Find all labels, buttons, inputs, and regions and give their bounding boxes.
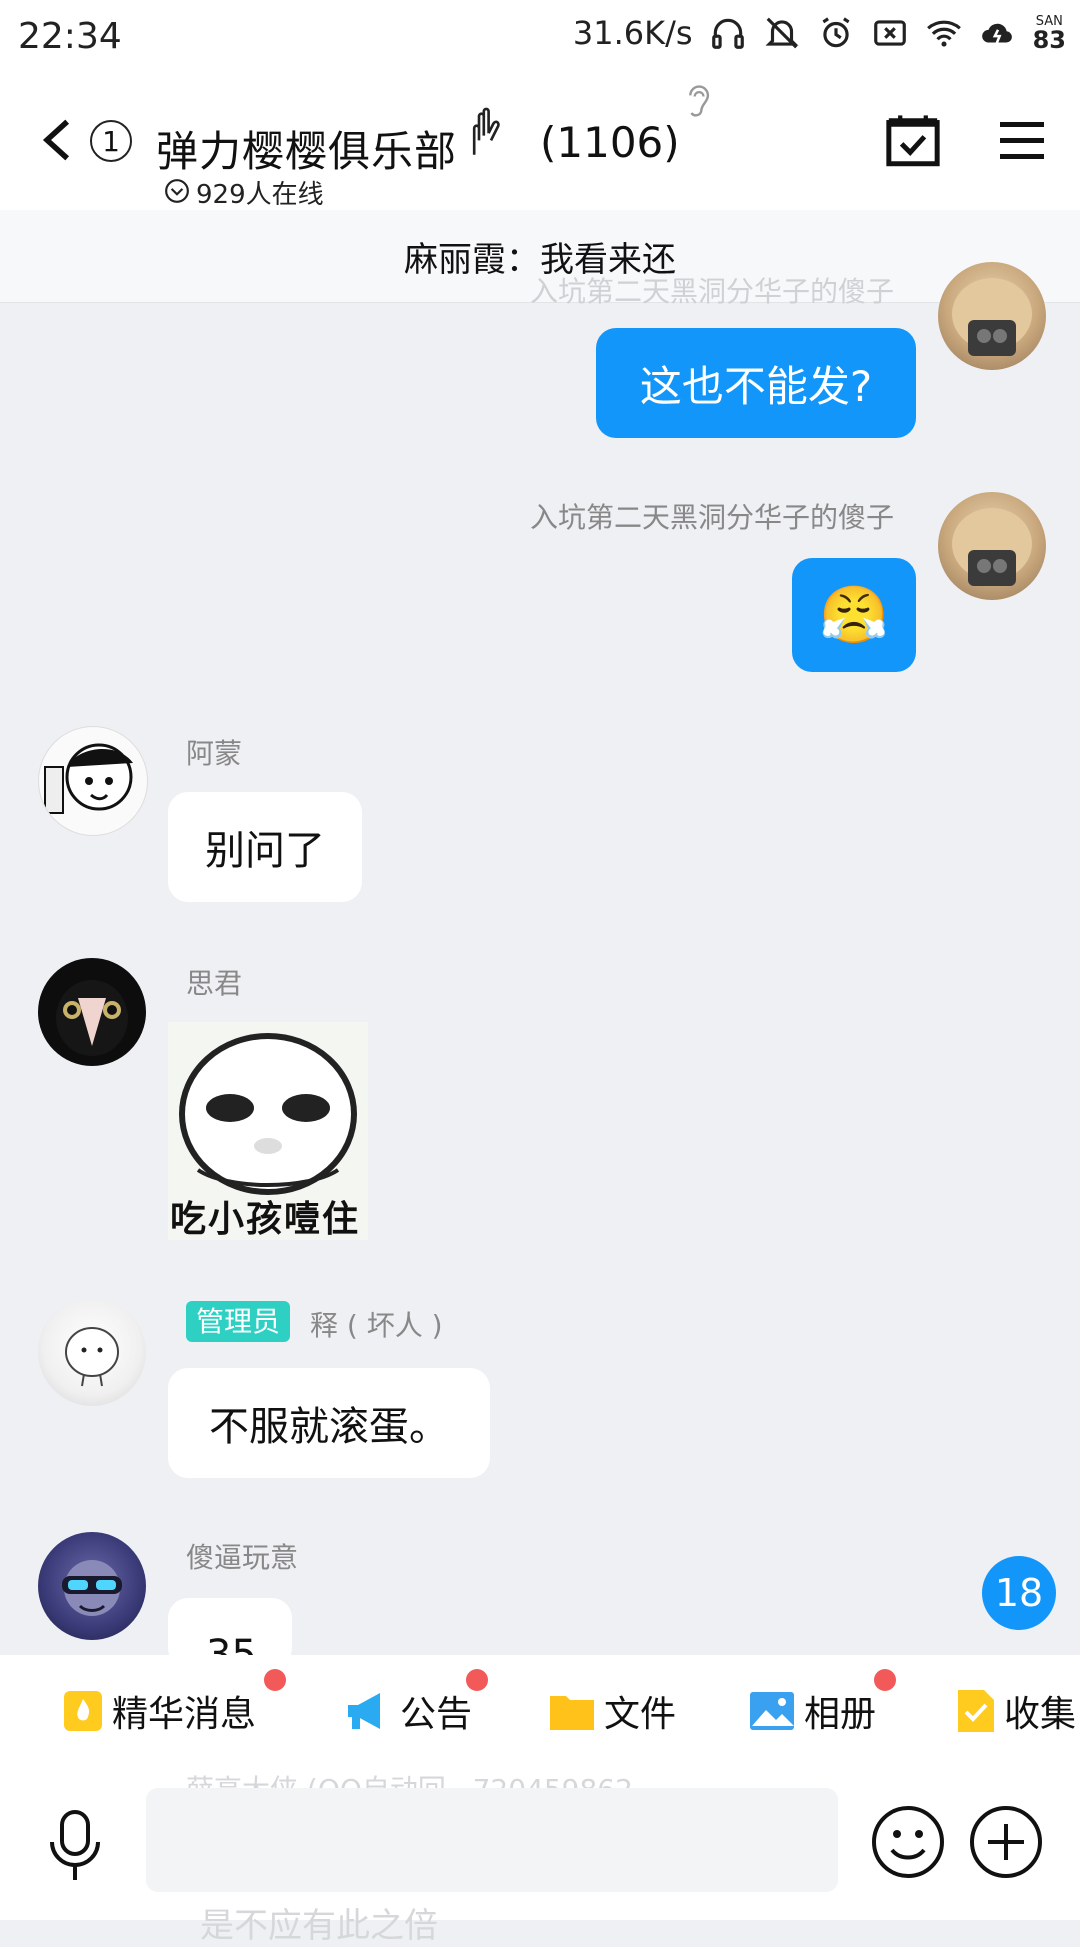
megaphone-icon [348, 1693, 380, 1729]
wifi-icon [926, 20, 961, 47]
emoji-bubble[interactable]: 😤 [792, 558, 916, 672]
toolbar-label: 相册 [804, 1694, 877, 1735]
new-dot [264, 1669, 286, 1691]
message-text: 这也不能发? [639, 361, 873, 411]
admin-badge-label: 管理员 [186, 1301, 291, 1342]
cloud-bolt-icon [981, 23, 1012, 45]
sender-name: 思君 [186, 967, 243, 1000]
message-bubble[interactable]: 这也不能发? [596, 328, 916, 438]
highlight-flame-icon [64, 1691, 102, 1731]
menu-icon[interactable] [998, 118, 1046, 162]
toolbar-label: 精华消息 [112, 1694, 257, 1735]
add-plus-icon[interactable] [968, 1804, 1044, 1880]
sender-name: 阿蒙 [186, 737, 243, 770]
toolbar-label: 公告 [400, 1694, 473, 1735]
sender-name: 傻逼玩意 [186, 1541, 299, 1574]
alarm-icon [822, 17, 850, 48]
new-messages-badge[interactable]: 18 [982, 1556, 1056, 1630]
battery-level: 83 [1032, 25, 1066, 54]
new-dot [874, 1669, 896, 1691]
ear-icon[interactable] [680, 80, 716, 124]
dog-avatar-icon [952, 278, 1032, 356]
toolbar-item-files[interactable]: 文件 [548, 1685, 676, 1737]
ghost-avatar-icon [65, 1327, 119, 1387]
message-input[interactable] [146, 1788, 838, 1892]
toolbar-item-highlights[interactable]: 精华消息 [62, 1669, 286, 1737]
dog-avatar-icon [952, 508, 1032, 586]
microphone-icon[interactable] [46, 1808, 104, 1884]
cat-avatar-icon [56, 980, 128, 1056]
self-avatar[interactable] [938, 492, 1046, 600]
user-avatar[interactable] [38, 1298, 146, 1406]
faded-message-text: 是不应有此之倍 [200, 1906, 438, 1946]
goggles-avatar-icon [62, 1560, 122, 1616]
toolbar-item-announcement[interactable]: 公告 [344, 1669, 488, 1737]
network-speed: 31.6K/s [572, 14, 693, 52]
back-arrow-icon[interactable] [38, 118, 78, 162]
status-icons: 31.6K/s SAN 83 [573, 14, 1066, 52]
bell-muted-icon [765, 17, 799, 49]
status-bar: 22:34 31.6K/s SAN 83 [0, 0, 1080, 76]
new-dot [466, 1669, 488, 1691]
message-text: 别问了 [205, 828, 325, 874]
emoji-smile-icon[interactable] [870, 1804, 946, 1880]
unread-indicator[interactable]: 1 [90, 120, 132, 162]
member-count: (1106) [540, 118, 680, 167]
headphones-icon [711, 18, 744, 49]
toolbar-item-collect[interactable]: 收集 [956, 1685, 1076, 1737]
toolbar-item-album[interactable]: 相册 [748, 1669, 896, 1737]
faded-sender-name: 入坑第二天黑洞分华子的傻子 [529, 275, 894, 308]
hand-wave-icon [472, 107, 500, 155]
photo-album-icon [750, 1692, 794, 1730]
user-avatar[interactable] [38, 726, 148, 836]
anime-avatar-icon [44, 743, 133, 814]
angry-emoji: 😤 [819, 583, 889, 648]
message-bubble[interactable]: 不服就滚蛋。 [168, 1368, 490, 1478]
folder-icon [550, 1696, 594, 1730]
admin-badge: 管理员 [186, 1300, 291, 1342]
group-name[interactable]: 弹力樱樱俱乐部 [156, 118, 457, 179]
message-bubble[interactable]: 别问了 [168, 792, 362, 902]
self-avatar[interactable] [938, 262, 1046, 370]
no-sim-icon [873, 20, 906, 46]
collect-check-icon [958, 1690, 994, 1732]
toolbar-label: 收集 [1004, 1694, 1077, 1735]
user-avatar[interactable] [38, 958, 146, 1066]
battery-indicator: SAN 83 [1033, 15, 1066, 52]
calendar-check-icon[interactable] [884, 114, 942, 168]
message-text: 不服就滚蛋。 [209, 1404, 449, 1450]
group-toolbar: 精华消息 公告 文件 相册 收集 [0, 1655, 1080, 1765]
status-time: 22:34 [18, 16, 122, 57]
toolbar-label: 文件 [604, 1694, 677, 1735]
online-count[interactable]: 929人在线 [196, 174, 324, 211]
user-avatar[interactable] [38, 1532, 146, 1640]
sticker-image[interactable]: 吃小孩噎住 [168, 1022, 368, 1240]
sender-name: 入坑第二天黑洞分华子的傻子 [529, 501, 894, 534]
sticker-caption: 吃小孩噎住 [170, 1199, 361, 1240]
sender-name: 释 ( 坏人 ) [310, 1309, 443, 1342]
online-chevron-icon[interactable] [164, 178, 190, 204]
